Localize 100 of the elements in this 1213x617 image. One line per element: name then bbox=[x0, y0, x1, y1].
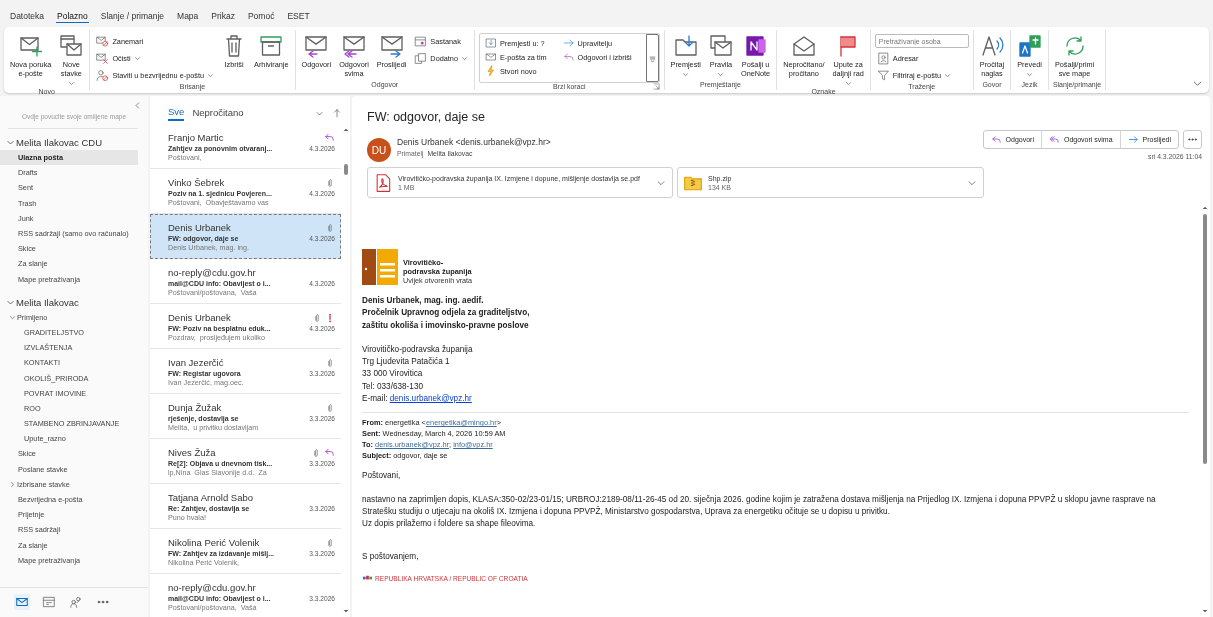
dialog-launcher-icon bbox=[652, 83, 660, 90]
caret-icon bbox=[844, 80, 852, 87]
documents-icon bbox=[414, 51, 428, 65]
translate-icon bbox=[1017, 34, 1042, 58]
message-sender: Denis Urbanek bbox=[168, 221, 231, 234]
body-paragraph: Uz dopis prilažemo i foldere sa shape fileovima. bbox=[362, 518, 537, 531]
signature-line: Denis Urbanek, mag. ing. aedif. bbox=[362, 295, 485, 307]
logo-drawing bbox=[362, 249, 398, 285]
menu-tab[interactable]: Pomoć bbox=[246, 9, 276, 23]
folder-arrow-icon bbox=[673, 34, 698, 58]
chevron-down-icon bbox=[6, 138, 15, 147]
chevron-right-icon bbox=[9, 480, 16, 488]
menu-tab[interactable]: ESET bbox=[286, 9, 311, 23]
menu-tab[interactable]: Prikaz bbox=[210, 9, 236, 23]
filter-tab[interactable]: Nepročitano bbox=[192, 106, 244, 120]
envelope-icon bbox=[484, 51, 497, 63]
caret-icon bbox=[133, 54, 141, 62]
closing: S poštovanjem, bbox=[362, 550, 420, 563]
sort-arrow-icon bbox=[332, 108, 342, 118]
caret-icon bbox=[944, 71, 952, 79]
message-sender: Denis Urbanek bbox=[168, 311, 231, 324]
note-app-icon bbox=[743, 34, 768, 58]
menu-tab[interactable]: Datoteka bbox=[9, 9, 46, 23]
scroll-up-icon bbox=[341, 126, 350, 134]
calendar-icon bbox=[42, 595, 56, 609]
message-sender: Tatjana Arnold Sabo bbox=[168, 491, 254, 504]
paperclip-icon bbox=[325, 537, 335, 548]
account-header[interactable]: Melita Ilakovac CDU bbox=[0, 135, 103, 150]
gallery-more-button[interactable] bbox=[645, 34, 659, 82]
signature-line: Pročelnik Upravnog odjela za graditeljstvo, bbox=[362, 307, 531, 320]
message-sender: no-reply@cdu.gov.hr bbox=[168, 581, 256, 594]
scroll-up-icon bbox=[1200, 204, 1209, 212]
caret-icon bbox=[460, 54, 468, 62]
more-actions-button[interactable] bbox=[1183, 130, 1202, 149]
body-paragraph: nastavno na zaprimljen dopis, KLASA:350-02/23-01/15; URBROJ:2189-08/11-26-45 od 20. siječnja 2026. godine kojim je zatražena dostava mišljenja na Prijedlog IX. Izmjena i dopuna PPVPŽ u sklopu javne rasprave na Stratešku studiju o utjecaju na okoliš IX. Izmjena i dopuna PPVPŽ, Ministarstvo gospodarstva, Uprava za energetiku očituje se u dopisu u privitku. bbox=[362, 493, 1157, 518]
chevron-down-icon bbox=[1192, 78, 1203, 89]
paperclip-icon bbox=[325, 222, 335, 233]
envelope-blocked-icon bbox=[96, 34, 110, 48]
calendar-icon bbox=[414, 34, 428, 48]
address-line: 33 000 Virovitica bbox=[362, 368, 424, 381]
message-sender: Nikolina Perić Volenik bbox=[168, 536, 260, 549]
collapse-icon bbox=[133, 101, 142, 110]
message-sender: no-reply@cdu.gov.hr bbox=[168, 266, 256, 279]
paperclip-icon bbox=[325, 402, 335, 413]
sender-avatar: DU bbox=[367, 138, 391, 162]
menu-tab[interactable]: Polazno bbox=[56, 9, 89, 23]
filter-icon bbox=[876, 68, 890, 82]
caret-icon bbox=[207, 71, 215, 79]
calendar-envelope-icon bbox=[59, 34, 84, 58]
caret-icon bbox=[1026, 71, 1033, 78]
message-sender: Franjo Martic bbox=[168, 131, 224, 144]
archive-box-icon bbox=[259, 34, 284, 58]
paperclip-icon bbox=[312, 312, 322, 323]
menu-tab[interactable]: Slanje / primanje bbox=[99, 9, 166, 23]
sound-waves-icon bbox=[979, 34, 1004, 58]
scroll-down-icon bbox=[341, 607, 350, 615]
people-icon bbox=[69, 595, 83, 609]
address-book-icon bbox=[876, 51, 890, 65]
caret-icon bbox=[717, 71, 725, 78]
forward-arrow-icon bbox=[1127, 134, 1139, 145]
scroll-down-icon bbox=[1200, 607, 1209, 615]
envelope-reply-icon bbox=[304, 34, 329, 58]
envelope-reply-all-icon bbox=[341, 34, 366, 58]
arrow-right-icon bbox=[562, 37, 575, 49]
nav-button[interactable] bbox=[41, 594, 57, 610]
reply-arrow-icon bbox=[324, 132, 335, 143]
caret-icon bbox=[682, 71, 690, 78]
lightning-icon bbox=[484, 65, 497, 77]
address-line: Trg Ljudevita Patačića 1 bbox=[362, 356, 451, 369]
reply-all-icon bbox=[1048, 134, 1060, 145]
account-header[interactable]: Melita Ilakovac bbox=[0, 294, 79, 310]
envelope-stack-icon bbox=[708, 34, 733, 58]
reply-arrow-icon bbox=[562, 51, 575, 63]
paperclip-icon bbox=[325, 177, 335, 188]
reply-arrow-icon bbox=[990, 134, 1002, 145]
address-line: Tel: 033/638-130 bbox=[362, 380, 424, 393]
paperclip-icon bbox=[325, 357, 335, 368]
reply-arrow-icon bbox=[324, 447, 335, 458]
message-sender: Vinko Šebrek bbox=[168, 176, 225, 189]
person-blocked-icon bbox=[96, 68, 110, 82]
menu-tab[interactable]: Mapa bbox=[176, 9, 200, 23]
nav-button[interactable] bbox=[14, 594, 30, 610]
caret-icon bbox=[67, 80, 75, 87]
signature-line: zaštitu okoliša i imovinsko-pravne poslove bbox=[362, 319, 530, 332]
filter-tab[interactable]: Sve bbox=[168, 105, 185, 121]
envelope-forward-icon bbox=[379, 34, 404, 58]
greeting: Poštovani, bbox=[362, 470, 402, 483]
message-sender: Dunja Žužak bbox=[168, 401, 222, 414]
message-sender: Nives Žuža bbox=[168, 446, 216, 459]
nav-button[interactable] bbox=[68, 594, 84, 610]
mail-icon bbox=[15, 595, 29, 609]
paperclip-icon bbox=[311, 447, 321, 458]
address-line: Virovitičko-podravska županija bbox=[362, 343, 474, 356]
message-sender: Ivan Jezerčić bbox=[168, 356, 224, 369]
email-link[interactable]: denis.urbanek@vpz.hr bbox=[389, 394, 472, 404]
envelope-cross-icon bbox=[96, 51, 110, 65]
envelope-plus-icon bbox=[18, 34, 43, 58]
sender-name: Denis Urbanek <denis.urbanek@vpz.hr> bbox=[397, 137, 551, 147]
email-line: E-mail: denis.urbanek@vpz.hr bbox=[362, 393, 473, 406]
email-subject: FW: odgovor, daje se bbox=[366, 109, 486, 124]
